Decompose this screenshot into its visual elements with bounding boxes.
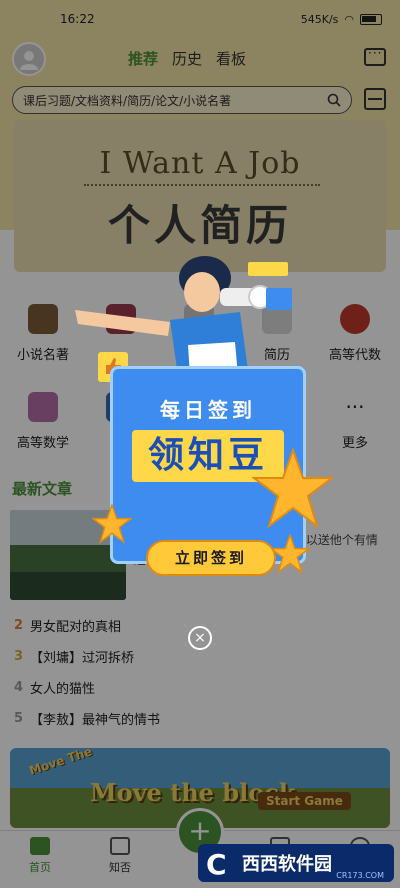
star-small-icon (92, 504, 132, 544)
close-icon[interactable]: × (188, 626, 212, 650)
star-small-icon (270, 534, 310, 574)
watermark-text: 西西软件园 (242, 854, 332, 875)
star-large-icon (252, 448, 334, 529)
checkin-button[interactable]: 立即签到 (146, 540, 276, 576)
watermark-logo-mark: C (206, 848, 227, 881)
watermark-logo: C 西西软件园 CR173.COM (198, 844, 394, 882)
popup-subtitle: 每日签到 (160, 398, 256, 422)
watermark-subtext: CR173.COM (336, 871, 384, 880)
